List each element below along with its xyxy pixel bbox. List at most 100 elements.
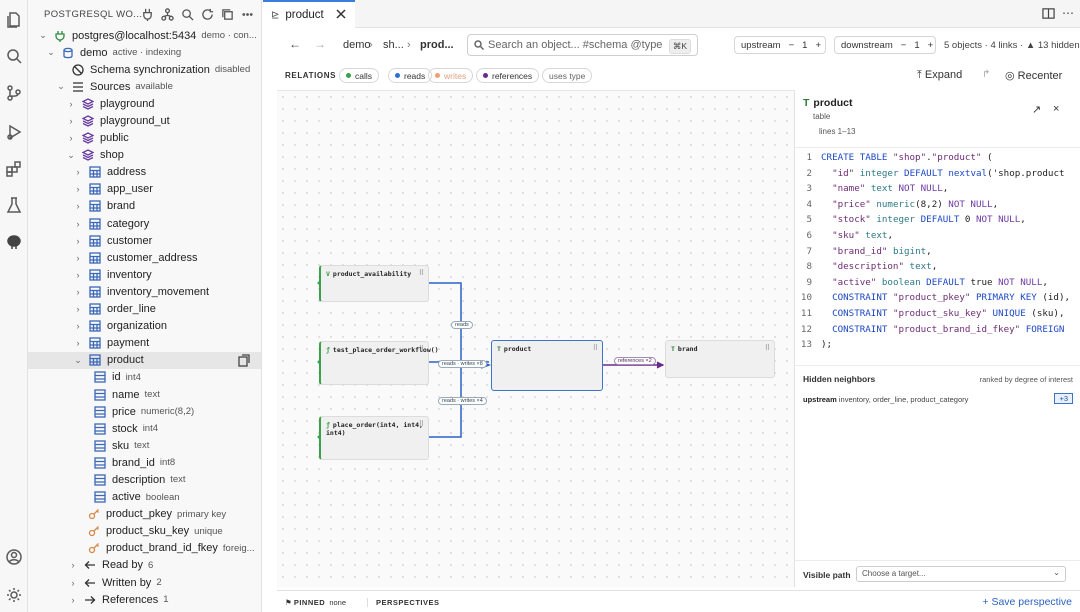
- tree-schema-sync[interactable]: Schema synchronization disabled: [28, 61, 261, 78]
- plus-icon[interactable]: +: [928, 40, 934, 51]
- tree-table-product[interactable]: ⌄ product: [28, 351, 261, 369]
- tree-column-brand-id[interactable]: brand_id int8: [28, 454, 261, 471]
- tree-constraint-pkey[interactable]: product_pkey primary key: [28, 506, 261, 523]
- tree-column-stock[interactable]: stock int4: [28, 420, 261, 437]
- tree-table-address[interactable]: › address: [28, 164, 261, 181]
- graph-tree-icon[interactable]: [160, 7, 174, 21]
- tree-table-organization[interactable]: › organization: [28, 318, 261, 335]
- chevron-right-icon[interactable]: ›: [73, 270, 83, 280]
- chevron-right-icon[interactable]: ›: [66, 116, 76, 126]
- save-perspective-button[interactable]: + Save perspective: [982, 596, 1072, 608]
- chevron-right-icon[interactable]: ›: [73, 321, 83, 331]
- object-search-input[interactable]: Search an object... #schema @type ⌘K: [467, 34, 698, 56]
- tree-column-sku[interactable]: sku text: [28, 437, 261, 454]
- chevron-right-icon[interactable]: ›: [73, 253, 83, 263]
- edge-label-references[interactable]: references ×2: [614, 357, 656, 365]
- collapse-icon[interactable]: ↱: [982, 69, 990, 80]
- chevron-right-icon[interactable]: ›: [73, 304, 83, 314]
- graph-node-product-availability[interactable]: Vproduct_availability ⠿: [319, 265, 429, 302]
- visible-path-select[interactable]: Choose a target... ⌄: [856, 566, 1066, 582]
- chevron-right-icon[interactable]: ›: [73, 201, 83, 211]
- more-actions-icon[interactable]: ⋯: [1062, 6, 1074, 20]
- chevron-right-icon[interactable]: ›: [73, 287, 83, 297]
- tree-table-customer-address[interactable]: › customer_address: [28, 249, 261, 266]
- tree-schema-public[interactable]: › public: [28, 130, 261, 147]
- search-icon[interactable]: [3, 45, 25, 67]
- upstream-stepper[interactable]: upstream − 1 +: [734, 36, 826, 54]
- tree-table-order-line[interactable]: › order_line: [28, 301, 261, 318]
- open-editor-icon[interactable]: [237, 354, 250, 367]
- chevron-right-icon[interactable]: ›: [73, 167, 83, 177]
- extensions-icon[interactable]: [3, 158, 25, 180]
- tree-sources[interactable]: ⌄ Sources available: [28, 78, 261, 95]
- chevron-down-icon[interactable]: ⌄: [66, 150, 76, 160]
- account-icon[interactable]: [3, 546, 25, 568]
- chevron-right-icon[interactable]: ›: [66, 133, 76, 143]
- more-icon[interactable]: [240, 7, 254, 21]
- drag-handle-icon[interactable]: ⠿: [765, 344, 770, 353]
- tree-written-by[interactable]: › Written by 2: [28, 574, 261, 591]
- graph-node-product[interactable]: Tproduct ⠿: [491, 340, 603, 391]
- drag-handle-icon[interactable]: ⠿: [419, 345, 424, 354]
- graph-canvas[interactable]: Vproduct_availability ⠿ ƒ test_place_orde…: [277, 90, 794, 587]
- plug-icon[interactable]: [140, 7, 154, 21]
- tree-connection[interactable]: ⌄ postgres@localhost:5434 demo · con...: [28, 27, 261, 44]
- split-editor-icon[interactable]: [1042, 7, 1056, 21]
- breadcrumb-db[interactable]: demo: [343, 39, 371, 51]
- search-icon[interactable]: [180, 7, 194, 21]
- chip-writes[interactable]: writes: [428, 68, 474, 83]
- chevron-down-icon[interactable]: ⌄: [73, 355, 83, 365]
- tree-constraint-sku-key[interactable]: product_sku_key unique: [28, 523, 261, 540]
- tree-schema-playground-ut[interactable]: › playground_ut: [28, 112, 261, 129]
- tree-column-description[interactable]: description text: [28, 471, 261, 488]
- open-external-icon[interactable]: ↗: [1032, 103, 1041, 116]
- tree-database[interactable]: ⌄ demo active · indexing: [28, 44, 261, 61]
- explorer-icon[interactable]: [3, 9, 25, 31]
- minus-icon[interactable]: −: [789, 40, 795, 51]
- downstream-stepper[interactable]: downstream − 1 +: [834, 36, 936, 54]
- chip-calls[interactable]: calls: [339, 68, 380, 83]
- tree-table-brand[interactable]: › brand: [28, 198, 261, 215]
- expand-button[interactable]: ⤒ Expand: [917, 69, 962, 82]
- breadcrumb-schema[interactable]: sh...: [383, 39, 404, 51]
- breadcrumb-object[interactable]: prod...: [420, 39, 454, 51]
- run-debug-icon[interactable]: [3, 121, 25, 143]
- tree-column-name[interactable]: name text: [28, 386, 261, 403]
- drag-handle-icon[interactable]: ⠿: [419, 420, 424, 429]
- show-more-hidden-button[interactable]: +3: [1054, 393, 1073, 404]
- chevron-right-icon[interactable]: ›: [68, 578, 78, 588]
- chevron-right-icon[interactable]: ›: [68, 595, 78, 605]
- chevron-right-icon[interactable]: ›: [66, 99, 76, 109]
- drag-handle-icon[interactable]: ⠿: [419, 269, 424, 278]
- graph-node-place-order[interactable]: ƒ place_order(int4, int4, int4) ⠿: [319, 416, 429, 460]
- chip-reads[interactable]: reads: [388, 68, 433, 83]
- recenter-button[interactable]: ◎ Recenter: [1005, 69, 1062, 82]
- tree-schema-shop[interactable]: ⌄ shop: [28, 147, 261, 164]
- tree-column-price[interactable]: price numeric(8,2): [28, 403, 261, 420]
- edge-label-reads-writes-4[interactable]: reads · writes ×4: [438, 397, 487, 405]
- drag-handle-icon[interactable]: ⠿: [593, 344, 598, 353]
- chip-references[interactable]: references: [476, 68, 540, 83]
- tab-product[interactable]: ⊵ product: [263, 0, 355, 28]
- tree-column-id[interactable]: id int4: [28, 369, 261, 386]
- edge-label-reads-writes-8[interactable]: reads · writes ×8: [438, 360, 487, 368]
- chevron-down-icon[interactable]: ⌄: [38, 30, 48, 41]
- close-icon[interactable]: ×: [1053, 103, 1059, 115]
- plus-icon[interactable]: +: [815, 40, 821, 51]
- tree-table-inventory-movement[interactable]: › inventory_movement: [28, 283, 261, 300]
- tree-column-active[interactable]: active boolean: [28, 489, 261, 506]
- tree-constraint-brand-fkey[interactable]: product_brand_id_fkey foreig...: [28, 540, 261, 557]
- chevron-down-icon[interactable]: ⌄: [56, 81, 66, 92]
- forward-arrow-icon[interactable]: →: [314, 37, 326, 51]
- tree-table-customer[interactable]: › customer: [28, 232, 261, 249]
- graph-node-test-place-order-workflow[interactable]: ƒ test_place_order_workflow() ⠿: [319, 341, 439, 385]
- chevron-right-icon[interactable]: ›: [73, 236, 83, 246]
- tree-table-payment[interactable]: › payment: [28, 335, 261, 352]
- source-control-icon[interactable]: [3, 82, 25, 104]
- chevron-right-icon[interactable]: ›: [73, 184, 83, 194]
- postgresql-elephant-icon[interactable]: [3, 231, 25, 253]
- settings-gear-icon[interactable]: [3, 584, 25, 606]
- chip-uses-type[interactable]: uses type: [542, 68, 593, 83]
- graph-node-brand[interactable]: Tbrand ⠿: [665, 340, 775, 378]
- hidden-neighbors-row[interactable]: upstream inventory, order_line, product_…: [803, 395, 1073, 404]
